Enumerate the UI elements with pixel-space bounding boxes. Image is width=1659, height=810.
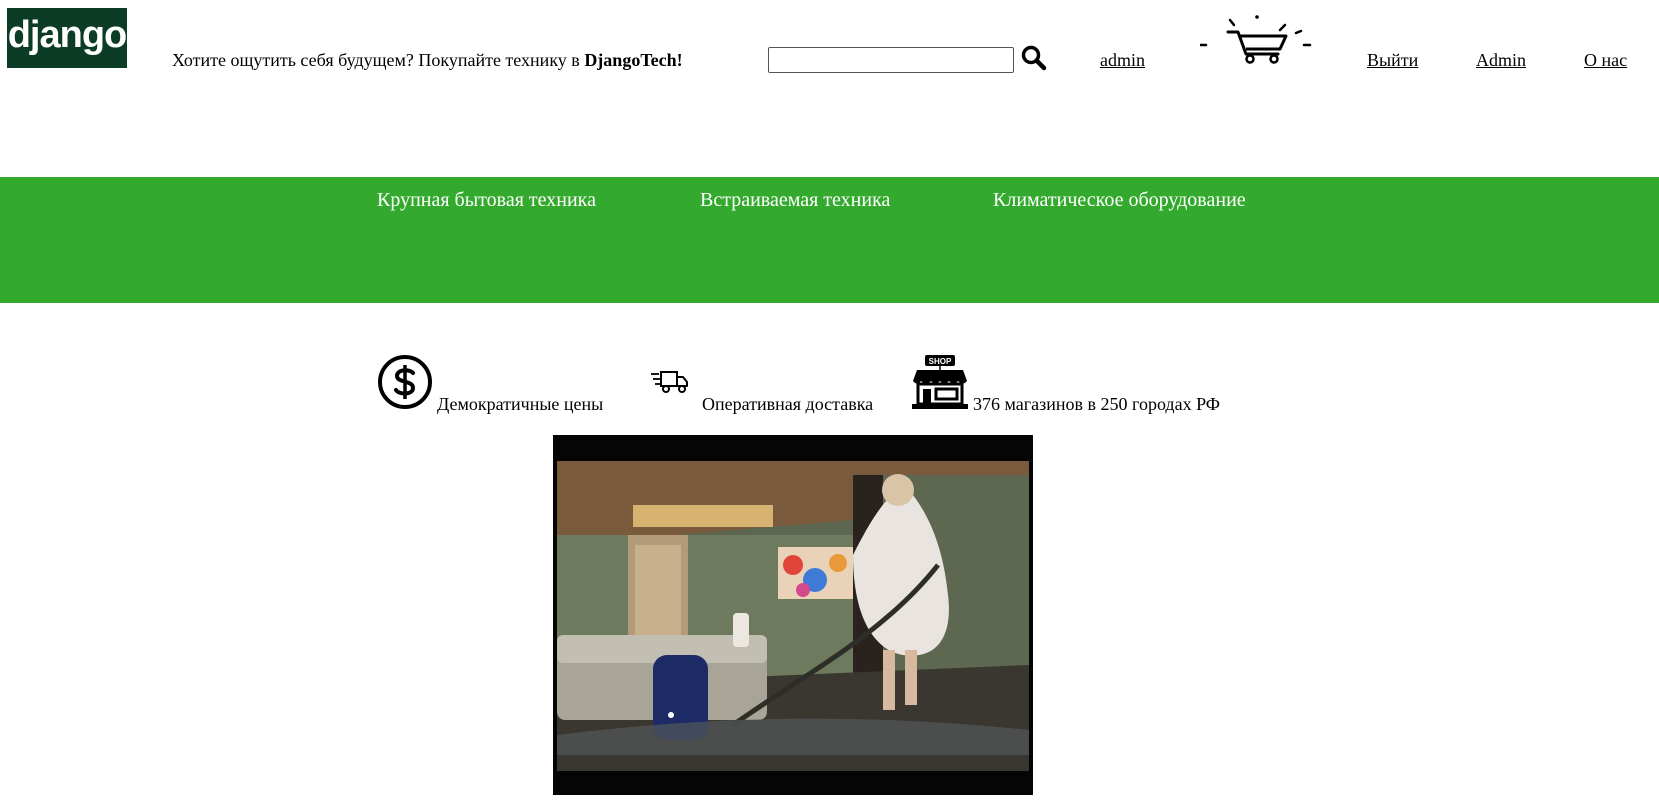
category-link-built-in-appliances[interactable]: Встраиваемая техника <box>700 189 890 212</box>
category-link-climate-equipment[interactable]: Климатическое оборудование <box>993 189 1246 212</box>
search-button[interactable] <box>1020 44 1048 72</box>
tagline-text: Хотите ощутить себя будущем? Покупайте т… <box>172 50 585 70</box>
video-player[interactable] <box>553 435 1033 795</box>
logout-link[interactable]: Выйти <box>1367 50 1418 71</box>
feature-label-stores: 376 магазинов в 250 городах РФ <box>973 394 1220 414</box>
cart-button[interactable] <box>1198 12 1316 64</box>
feature-label-delivery: Оперативная доставка <box>702 394 874 414</box>
django-logo[interactable]: django <box>7 8 127 68</box>
about-link[interactable]: О нас <box>1584 50 1627 71</box>
tagline: Хотите ощутить себя будущем? Покупайте т… <box>172 50 683 71</box>
logo-text: django <box>7 14 128 56</box>
category-nav: Крупная бытовая техника Встраиваемая тех… <box>0 177 1659 303</box>
search-icon <box>1021 45 1047 71</box>
dollar-icon <box>378 355 432 409</box>
video-frame <box>553 435 1033 795</box>
user-link[interactable]: admin <box>1100 50 1145 71</box>
delivery-truck-icon <box>651 371 688 393</box>
page: django Хотите ощутить себя будущем? Поку… <box>0 0 1659 810</box>
tagline-brand: DjangoTech! <box>584 50 683 70</box>
search-input[interactable] <box>768 47 1014 73</box>
feature-label-prices: Демократичные цены <box>437 394 604 414</box>
shopping-cart-icon <box>1198 15 1312 64</box>
admin-link[interactable]: Admin <box>1476 50 1526 71</box>
category-link-large-appliances[interactable]: Крупная бытовая техника <box>377 189 596 212</box>
shop-icon: SHOP <box>912 355 968 409</box>
shop-sign-text: SHOP <box>929 357 952 366</box>
